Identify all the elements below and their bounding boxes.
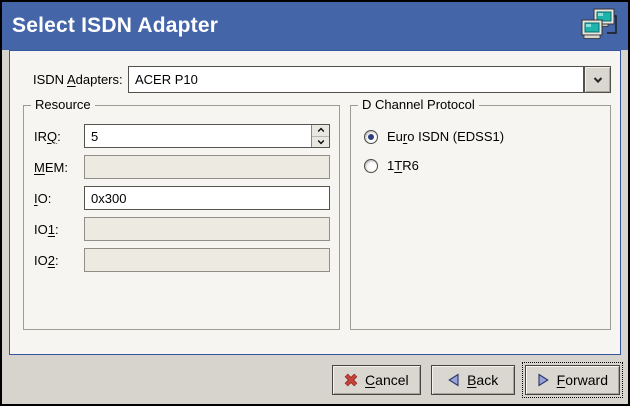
io1-label: IO1:	[34, 222, 84, 237]
io2-input	[84, 248, 330, 272]
page-title: Select ISDN Adapter	[12, 14, 218, 38]
io2-row: IO2:	[34, 247, 330, 273]
dchannel-groupbox: D Channel Protocol Euro ISDN (EDSS1) 1TR…	[350, 105, 611, 330]
mem-input	[84, 155, 330, 179]
irq-spinbox[interactable]	[84, 124, 330, 148]
irq-row: IRQ:	[34, 123, 330, 149]
radio-option-1tr6[interactable]: 1TR6	[364, 158, 610, 173]
button-bar: Cancel Back Forward	[2, 355, 628, 404]
chevron-down-icon	[592, 75, 604, 85]
chevron-down-icon	[317, 139, 325, 145]
io-label: IO:	[34, 191, 84, 206]
radio-selected-icon[interactable]	[364, 130, 378, 144]
arrow-left-icon	[447, 373, 460, 387]
cancel-label: Cancel	[365, 372, 409, 388]
dchannel-group-title: D Channel Protocol	[358, 97, 479, 112]
irq-label: IRQ:	[34, 129, 84, 144]
io-input[interactable]	[84, 186, 330, 210]
spin-down-button[interactable]	[312, 136, 329, 148]
arrow-right-icon	[537, 373, 550, 387]
combobox-dropdown-button[interactable]	[584, 66, 611, 93]
resource-group-title: Resource	[31, 97, 95, 112]
radio-label-1tr6: 1TR6	[387, 158, 419, 173]
resource-fields: IRQ:	[24, 106, 339, 273]
isdn-adapter-row: ISDN Adapters:	[33, 66, 611, 93]
forward-button[interactable]: Forward	[525, 365, 620, 395]
irq-input[interactable]	[84, 124, 330, 148]
io-row: IO:	[34, 185, 330, 211]
isdn-adapter-input[interactable]	[128, 66, 584, 93]
cancel-button[interactable]: Cancel	[332, 365, 421, 395]
spin-buttons	[311, 125, 329, 147]
cancel-x-icon	[344, 373, 358, 387]
mem-row: MEM:	[34, 154, 330, 180]
mem-label: MEM:	[34, 160, 84, 175]
io2-label: IO2:	[34, 253, 84, 268]
network-computers-icon	[580, 8, 618, 44]
radio-option-euro-isdn[interactable]: Euro ISDN (EDSS1)	[364, 129, 610, 144]
content-area: ISDN Adapters: Resource I	[2, 50, 628, 355]
chevron-up-icon	[317, 127, 325, 133]
dialog-window: Select ISDN Adapter ISDN Adapters:	[0, 0, 630, 406]
forward-label: Forward	[557, 372, 608, 388]
spin-up-button[interactable]	[312, 125, 329, 136]
isdn-adapters-combobox[interactable]	[128, 66, 611, 93]
isdn-adapters-label: ISDN Adapters:	[33, 72, 128, 87]
groups-row: Resource IRQ:	[23, 105, 611, 330]
back-label: Back	[467, 372, 498, 388]
radio-label-euro-isdn: Euro ISDN (EDSS1)	[387, 129, 504, 144]
dialog-header: Select ISDN Adapter	[2, 2, 628, 50]
resource-groupbox: Resource IRQ:	[23, 105, 340, 330]
content-panel: ISDN Adapters: Resource I	[9, 50, 621, 355]
io1-input	[84, 217, 330, 241]
dchannel-options: Euro ISDN (EDSS1) 1TR6	[351, 106, 610, 173]
radio-unselected-icon[interactable]	[364, 159, 378, 173]
back-button[interactable]: Back	[431, 365, 515, 395]
io1-row: IO1:	[34, 216, 330, 242]
